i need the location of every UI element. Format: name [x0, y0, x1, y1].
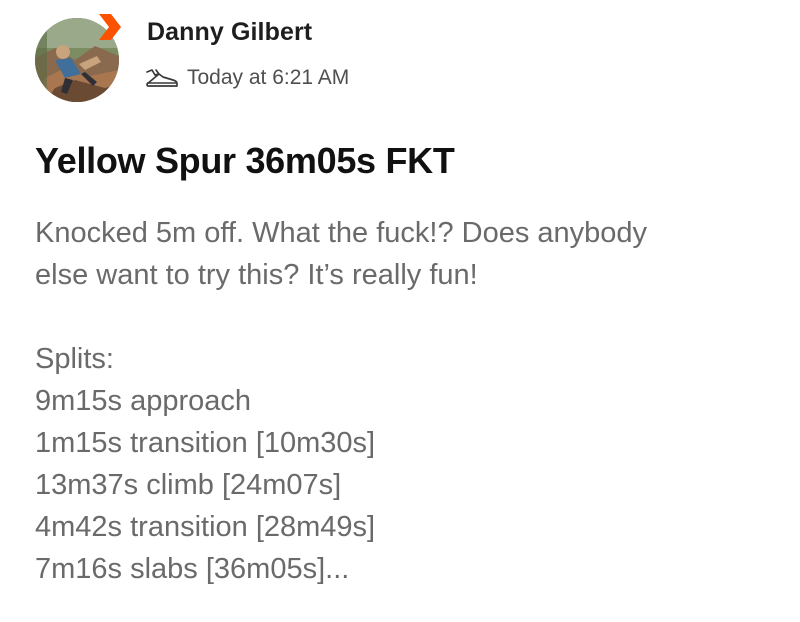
post-description: Knocked 5m off. What the fuck!? Does any… [35, 212, 775, 296]
post-header: Danny Gilbert Today at 6:21 AM [35, 14, 775, 106]
split-item: 1m15s transition [10m30s] [35, 427, 376, 459]
description-line: else want to try this? It’s really fun! [35, 259, 478, 291]
post-title[interactable]: Yellow Spur 36m05s FKT [35, 140, 455, 182]
split-item: 13m37s climb [24m07s] [35, 469, 342, 501]
author-name[interactable]: Danny Gilbert [147, 18, 312, 47]
activity-badge-icon [99, 14, 121, 40]
avatar-container[interactable] [35, 14, 121, 102]
splits-section: Splits: 9m15s approach 1m15s transition … [35, 338, 775, 590]
shoe-icon [146, 69, 178, 87]
post-meta: Today at 6:21 AM [145, 62, 349, 94]
split-item: 4m42s transition [28m49s] [35, 511, 376, 543]
post-timestamp: Today at 6:21 AM [187, 66, 350, 89]
split-item: 9m15s approach [35, 385, 252, 417]
description-line: Knocked 5m off. What the fuck!? Does any… [35, 217, 648, 249]
post-body: Knocked 5m off. What the fuck!? Does any… [35, 212, 775, 590]
splits-heading: Splits: [35, 343, 114, 375]
split-item: 7m16s slabs [36m05s]... [35, 553, 350, 585]
